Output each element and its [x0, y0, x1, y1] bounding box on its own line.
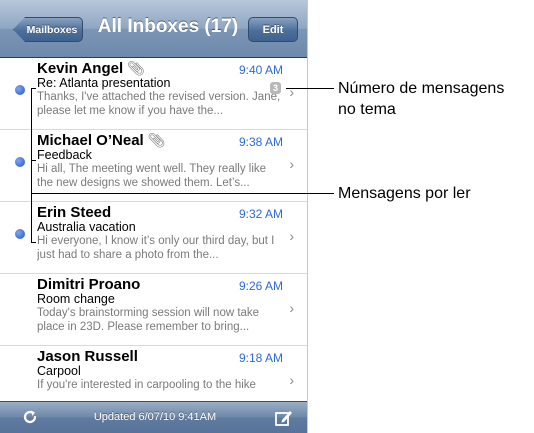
sender-name: Michael O’Neal 📎︎ — [37, 132, 166, 149]
message-preview: Today's brainstorming session will now t… — [37, 307, 260, 333]
callout-thread-count-line1: Número de mensagens — [338, 80, 505, 97]
sender-name: Erin Steed — [37, 204, 112, 221]
callout-line-thread-count — [286, 88, 334, 89]
sender-name: Jason Russell — [37, 348, 138, 365]
sender-name: Kevin Angel 📎︎ — [37, 60, 145, 77]
message-time: 9:40 AM — [238, 63, 283, 77]
callout-thread-count: Número de mensagens no tema — [338, 78, 504, 120]
message-preview: Hi everyone, I know it’s only our third … — [37, 235, 275, 261]
message-subject: Feedback — [37, 148, 92, 162]
sender-name: Dimitri Proano — [37, 276, 141, 293]
page-title: All Inboxes (17) — [97, 16, 239, 37]
callout-line-unread — [31, 193, 334, 194]
message-time: 9:32 AM — [238, 207, 283, 221]
message-subject: Carpool — [37, 364, 81, 378]
message-row[interactable]: Dimitri Proano 9:26 AM Room change Today… — [0, 274, 307, 346]
message-preview: Thanks, I've attached the revised versio… — [37, 91, 281, 117]
callout-thread-count-line2: no tema — [338, 101, 396, 118]
message-subject: Room change — [37, 292, 115, 306]
paperclip-icon: 📎︎ — [127, 60, 145, 76]
message-time: 9:18 AM — [238, 351, 283, 365]
chevron-right-icon: › — [289, 156, 294, 172]
mailboxes-back-button[interactable]: Mailboxes — [13, 17, 83, 42]
chevron-right-icon: › — [289, 84, 294, 100]
chevron-right-icon: › — [289, 372, 294, 388]
bottom-toolbar: Updated 6/07/10 9:41AM — [0, 401, 307, 433]
message-subject: Australia vacation — [37, 220, 136, 234]
message-list: Kevin Angel 📎︎ 9:40 AM Re: Atlanta presen… — [0, 58, 307, 418]
thread-count-badge: 3 — [269, 82, 281, 94]
navigation-bar: Mailboxes All Inboxes (17) Edit — [0, 0, 307, 58]
callout-bracket-tick-bottom — [31, 242, 36, 243]
message-row[interactable]: Erin Steed 9:32 AM Australia vacation Hi… — [0, 202, 307, 274]
mail-screen: Mailboxes All Inboxes (17) Edit Kevin An… — [0, 0, 308, 433]
unread-dot-icon — [15, 157, 25, 167]
callout-bracket-tick-top — [31, 88, 36, 89]
chevron-right-icon: › — [289, 228, 294, 244]
message-row[interactable]: Kevin Angel 📎︎ 9:40 AM Re: Atlanta presen… — [0, 58, 307, 130]
message-row[interactable]: Michael O’Neal 📎︎ 9:38 AM Feedback Hi all… — [0, 130, 307, 202]
message-preview: Hi all, The meeting went well. They real… — [37, 163, 267, 189]
message-subject: Re: Atlanta presentation — [37, 76, 171, 90]
edit-button[interactable]: Edit — [248, 17, 298, 42]
message-time: 9:38 AM — [238, 135, 283, 149]
unread-dot-icon — [15, 85, 25, 95]
compose-icon[interactable] — [274, 408, 294, 428]
callout-unread: Mensagens por ler — [338, 185, 471, 202]
paperclip-icon: 📎︎ — [147, 132, 166, 148]
unread-dot-icon — [15, 229, 25, 239]
message-time: 9:26 AM — [238, 279, 283, 293]
updated-status: Updated 6/07/10 9:41AM — [93, 411, 217, 423]
callout-bracket-tick-mid — [31, 160, 36, 161]
chevron-right-icon: › — [289, 300, 294, 316]
callout-bracket-vertical — [31, 88, 32, 243]
refresh-icon[interactable] — [20, 407, 40, 427]
